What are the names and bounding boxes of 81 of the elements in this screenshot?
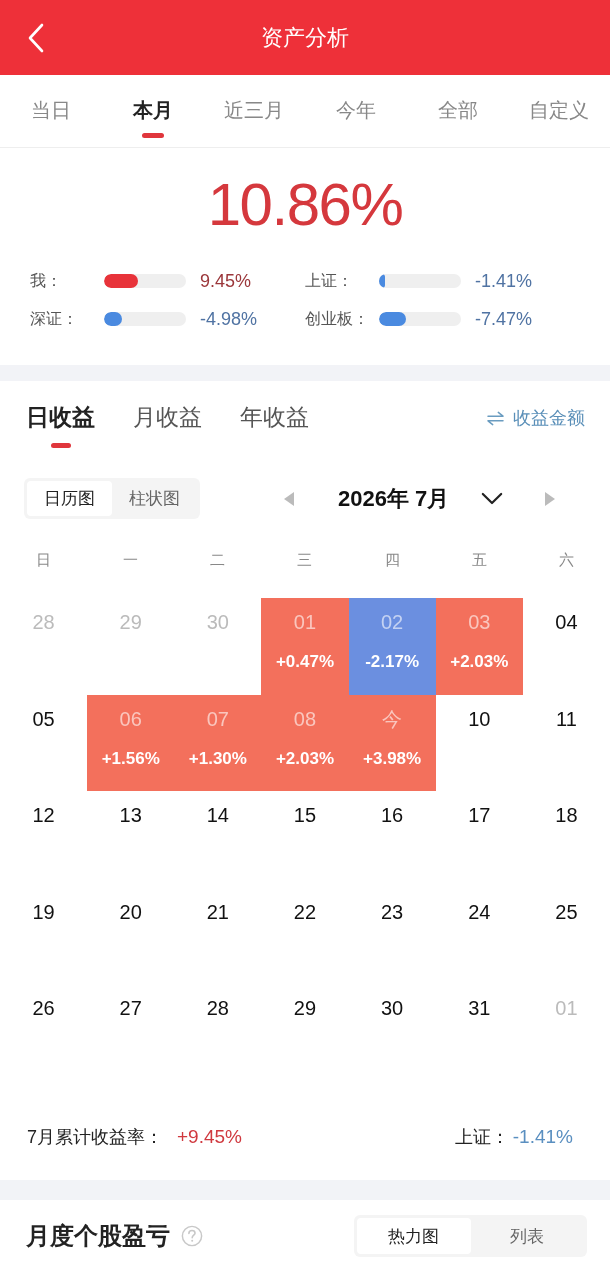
- day-number[interactable]: 18: [555, 803, 578, 827]
- day-number: 03: [468, 610, 491, 634]
- day-number[interactable]: 12: [32, 803, 55, 827]
- daily-change: +1.56%: [101, 747, 160, 770]
- period-tab[interactable]: 近三月: [203, 96, 305, 138]
- day-number[interactable]: 15: [293, 803, 317, 827]
- period-tab[interactable]: 当日: [0, 96, 102, 138]
- day-number[interactable]: 20: [119, 899, 142, 924]
- benchmark-label: 创业板：: [305, 308, 369, 329]
- period-tab[interactable]: 本月: [101, 96, 204, 138]
- month-picker[interactable]: 2026年 7月: [338, 483, 504, 514]
- benchmark-label: 我：: [30, 270, 62, 291]
- weekday-label: 六: [558, 550, 574, 568]
- total-return: 10.86%: [206, 170, 404, 240]
- day-number[interactable]: 21: [206, 899, 229, 924]
- swap-icon: [487, 410, 504, 426]
- daily-change: +3.98%: [363, 747, 422, 770]
- caret-left-icon[interactable]: [284, 491, 294, 506]
- summary-label: 7月累计收益率：: [27, 1126, 163, 1149]
- back-icon[interactable]: [27, 22, 44, 53]
- benchmark-return: -1.41%: [475, 270, 533, 292]
- page-title: 资产分析: [261, 23, 349, 52]
- day-number[interactable]: 05: [32, 706, 55, 731]
- daily-change: +2.03%: [275, 747, 335, 770]
- day-number[interactable]: 04: [555, 610, 578, 634]
- day-number[interactable]: 25: [555, 899, 578, 924]
- benchmark-return: 9.45%: [200, 270, 252, 292]
- day-number[interactable]: 11: [556, 706, 577, 731]
- day-number: 01: [293, 610, 317, 634]
- period-tab[interactable]: 今年: [305, 96, 407, 138]
- day-number: 06: [119, 706, 142, 731]
- weekday-label: 一: [123, 550, 139, 568]
- day-number[interactable]: 28: [206, 996, 229, 1020]
- weekday-label: 四: [384, 550, 400, 568]
- summary-return: +9.45%: [177, 1126, 242, 1148]
- benchmark-label: 深证：: [30, 308, 78, 329]
- day-number[interactable]: 30: [381, 996, 404, 1020]
- day-number[interactable]: 19: [32, 899, 55, 924]
- view-option[interactable]: 热力图: [357, 1218, 471, 1254]
- day-number[interactable]: 27: [119, 996, 142, 1020]
- benchmark-return: -4.98%: [200, 308, 258, 330]
- day-number[interactable]: 23: [381, 899, 404, 924]
- amount-toggle-link[interactable]: 收益金额: [487, 406, 585, 430]
- return-tab[interactable]: 月收益: [133, 402, 202, 448]
- period-tab[interactable]: 自定义: [508, 96, 610, 138]
- summary-return: -1.41%: [512, 1126, 573, 1148]
- weekday-label: 二: [210, 550, 226, 568]
- chevron-down-icon: [481, 492, 504, 505]
- daily-change: +2.03%: [450, 651, 509, 673]
- return-tab[interactable]: 年收益: [240, 402, 309, 448]
- day-number[interactable]: 14: [206, 803, 229, 827]
- view-option[interactable]: 柱状图: [112, 481, 197, 516]
- day-number[interactable]: 10: [468, 706, 491, 731]
- daily-change: +1.30%: [188, 747, 247, 770]
- day-number[interactable]: 26: [32, 996, 55, 1020]
- day-number[interactable]: 16: [381, 803, 404, 827]
- day-number[interactable]: 13: [119, 803, 142, 827]
- benchmark-return: -7.47%: [475, 308, 533, 330]
- day-number[interactable]: 22: [293, 899, 317, 924]
- view-option[interactable]: 列表: [470, 1218, 584, 1254]
- day-number: 08: [293, 706, 317, 731]
- view-option[interactable]: 日历图: [27, 481, 112, 516]
- section-title: 月度个股盈亏: [26, 1221, 170, 1251]
- weekday-label: 日: [36, 550, 52, 568]
- summary-label: 上证：: [454, 1126, 509, 1149]
- weekday-label: 三: [297, 550, 313, 568]
- help-icon[interactable]: [181, 1225, 203, 1247]
- day-number[interactable]: 17: [468, 803, 491, 827]
- day-number[interactable]: 24: [468, 899, 491, 924]
- day-number[interactable]: 29: [293, 996, 317, 1020]
- daily-change: +0.47%: [275, 651, 335, 673]
- return-tab[interactable]: 日收益: [26, 402, 95, 448]
- caret-right-icon[interactable]: [545, 491, 556, 506]
- day-number: 今: [382, 706, 403, 731]
- period-tab[interactable]: 全部: [406, 96, 509, 138]
- weekday-label: 五: [471, 550, 487, 568]
- day-number: 02: [381, 610, 404, 634]
- day-number[interactable]: 31: [468, 996, 491, 1020]
- daily-change: -2.17%: [365, 651, 420, 673]
- day-number: 07: [206, 706, 229, 731]
- benchmark-label: 上证：: [305, 270, 353, 291]
